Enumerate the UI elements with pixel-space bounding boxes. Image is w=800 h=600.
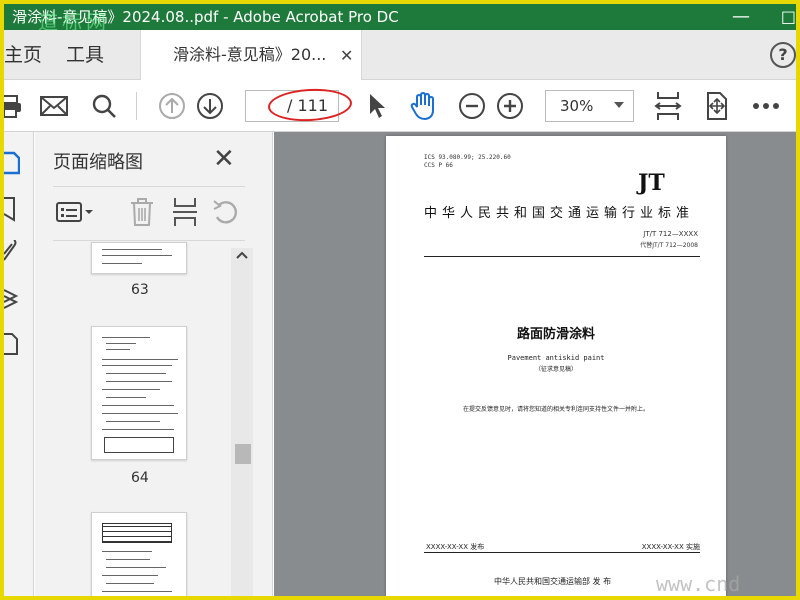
maximize-button[interactable]: □ (781, 4, 796, 30)
delete-page-icon[interactable] (129, 194, 155, 230)
insert-page-icon[interactable] (171, 194, 199, 230)
page-copy-icon[interactable] (4, 328, 34, 358)
left-navigation-rail (4, 132, 34, 596)
patent-notice: 在提交反馈意见时，请将您知道的相关专利连同支持性文件一并附上。 (462, 406, 649, 413)
pdf-page: ICS 93.080.99; 25.220.60 CCS P 66 JT 中华人… (386, 136, 726, 596)
acrobat-window: 滑涂料-意见稿》2024.08..pdf - Adobe Acrobat Pro… (4, 4, 796, 596)
ics-code: ICS 93.080.99; 25.220.60 (424, 154, 511, 161)
toolbar-separator (136, 92, 137, 120)
hand-tool-icon[interactable] (408, 90, 440, 122)
page-down-icon[interactable] (194, 90, 226, 122)
select-cursor-icon[interactable] (360, 90, 392, 122)
issuing-organization: 中华人民共和国交通运输部 发 布 (494, 577, 612, 586)
watermark-url: www.cnd (656, 572, 741, 596)
panel-divider (53, 240, 245, 241)
title-bar: 滑涂料-意见稿》2024.08..pdf - Adobe Acrobat Pro… (4, 4, 796, 30)
layers-icon[interactable] (4, 284, 34, 314)
panel-title: 页面缩略图 (53, 152, 143, 173)
page-thumbnail[interactable] (91, 242, 187, 274)
email-icon[interactable] (38, 90, 70, 122)
attachment-icon[interactable] (4, 238, 34, 268)
full-screen-icon[interactable] (700, 90, 732, 122)
zoom-in-icon[interactable] (494, 90, 526, 122)
scroll-up-icon[interactable] (235, 250, 249, 260)
document-title-en: Pavement antiskid paint (507, 354, 605, 362)
header-rule (424, 256, 700, 257)
fit-page-icon[interactable] (652, 90, 684, 122)
panel-close-button[interactable]: ✕ (213, 144, 235, 174)
scrollbar-thumb[interactable] (235, 444, 251, 464)
chevron-down-icon[interactable] (614, 102, 624, 108)
panel-divider (53, 186, 245, 187)
more-icon[interactable] (750, 90, 782, 122)
draft-note: （征求意见稿） (534, 366, 577, 373)
standard-name: 中华人民共和国交通运输行业标准 (424, 206, 695, 221)
tab-bar: 主页 工具 滑涂料-意见稿》20... ✕ ? (4, 30, 796, 80)
zoom-out-icon[interactable] (456, 90, 488, 122)
footer-rule (424, 552, 700, 553)
tab-document[interactable]: 滑涂料-意见稿》20... (140, 30, 362, 80)
jt-logo-text: JT (638, 170, 665, 196)
page-options-icon[interactable] (55, 194, 95, 230)
page-thumbnail[interactable] (91, 326, 187, 460)
page-thumbnails-icon[interactable] (4, 148, 34, 178)
page-thumbnails-panel: 页面缩略图 ✕ 63 64 (35, 132, 299, 596)
document-title-cn: 路面防滑涂料 (516, 327, 595, 342)
publish-date: XXXX-XX-XX 发布 (426, 543, 485, 551)
document-viewport[interactable]: ICS 93.080.99; 25.220.60 CCS P 66 JT 中华人… (274, 132, 796, 596)
page-thumbnail[interactable] (91, 512, 187, 596)
page-up-icon[interactable] (156, 90, 188, 122)
tab-tools[interactable]: 工具 (66, 30, 104, 80)
tab-close-button[interactable]: ✕ (340, 46, 353, 65)
ccs-code: CCS P 66 (424, 162, 453, 169)
bookmark-icon[interactable] (4, 194, 34, 224)
replaces-standard: 代替JT/T 712—2008 (640, 242, 698, 249)
print-icon[interactable] (4, 90, 26, 122)
toolbar: / 111 30% (4, 80, 796, 132)
search-icon[interactable] (88, 90, 120, 122)
tab-home[interactable]: 主页 (4, 30, 42, 80)
thumbnail-page-number: 64 (131, 470, 149, 486)
standard-number: JT/T 712—XXXX (643, 230, 698, 238)
implement-date: XXXX-XX-XX 实施 (641, 543, 700, 551)
rotate-page-icon[interactable] (211, 194, 241, 230)
thumbnail-scrollbar[interactable] (231, 248, 253, 596)
minimize-button[interactable]: — (732, 4, 750, 30)
help-button[interactable]: ? (770, 42, 796, 68)
thumbnail-page-number: 63 (131, 282, 149, 298)
